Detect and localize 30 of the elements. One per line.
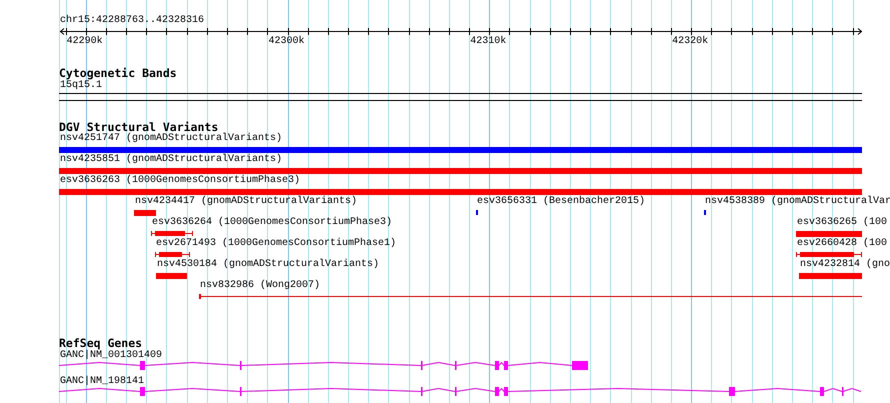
variant-bar[interactable] [151, 231, 193, 236]
variant-label[interactable]: esv3636263 (1000GenomesConsortiumPhase3) [60, 175, 300, 186]
track-title: Cytogenetic Bands [59, 67, 177, 79]
variant-label[interactable]: nsv4530184 (gnomADStructuralVariants) [157, 259, 380, 270]
variant-label[interactable]: nsv4234417 (gnomADStructuralVariants) [135, 196, 358, 207]
variant-label[interactable]: esv3656331 (Besenbacher2015) [477, 196, 646, 207]
variant-label[interactable]: nsv4538389 (gnomADStructuralVar [705, 196, 890, 207]
tick-label: 42290k [66, 36, 103, 47]
location-label: chr15:42288763..42328316 [60, 15, 204, 26]
variant-label[interactable]: nsv4235851 (gnomADStructuralVariants) [60, 154, 282, 165]
variant-bar[interactable] [155, 252, 190, 257]
variant-bar[interactable] [796, 252, 862, 257]
variant-label[interactable]: esv2660428 (100 [797, 238, 888, 249]
track-title: DGV Structural Variants [59, 121, 218, 133]
variant-label[interactable]: nsv4232814 (gno [800, 259, 890, 270]
gene-model-drawing[interactable] [58, 361, 588, 370]
variant-label[interactable]: nsv4251747 (gnomADStructuralVariants) [60, 133, 282, 144]
track-title: RefSeq Genes [59, 337, 142, 349]
transcript-label[interactable]: GANC|NM_198141 [60, 376, 144, 387]
variant-label[interactable]: esv3636265 (100 [797, 217, 888, 228]
variant-label[interactable]: esv3636264 (1000GenomesConsortiumPhase3) [152, 217, 392, 228]
variant-label[interactable]: nsv832986 (Wong2007) [200, 280, 320, 291]
tick-label: 42320k [672, 36, 708, 47]
variant-label[interactable]: esv2671493 (1000GenomesConsortiumPhase1) [156, 238, 396, 249]
tick-label: 42300k [268, 36, 304, 47]
variant-bar[interactable] [199, 294, 862, 299]
transcript-label[interactable]: GANC|NM_001301409 [60, 350, 162, 361]
tick-label: 42310k [470, 36, 506, 47]
gene-model-drawing[interactable] [58, 387, 862, 396]
band-label: 15q15.1 [60, 80, 102, 91]
